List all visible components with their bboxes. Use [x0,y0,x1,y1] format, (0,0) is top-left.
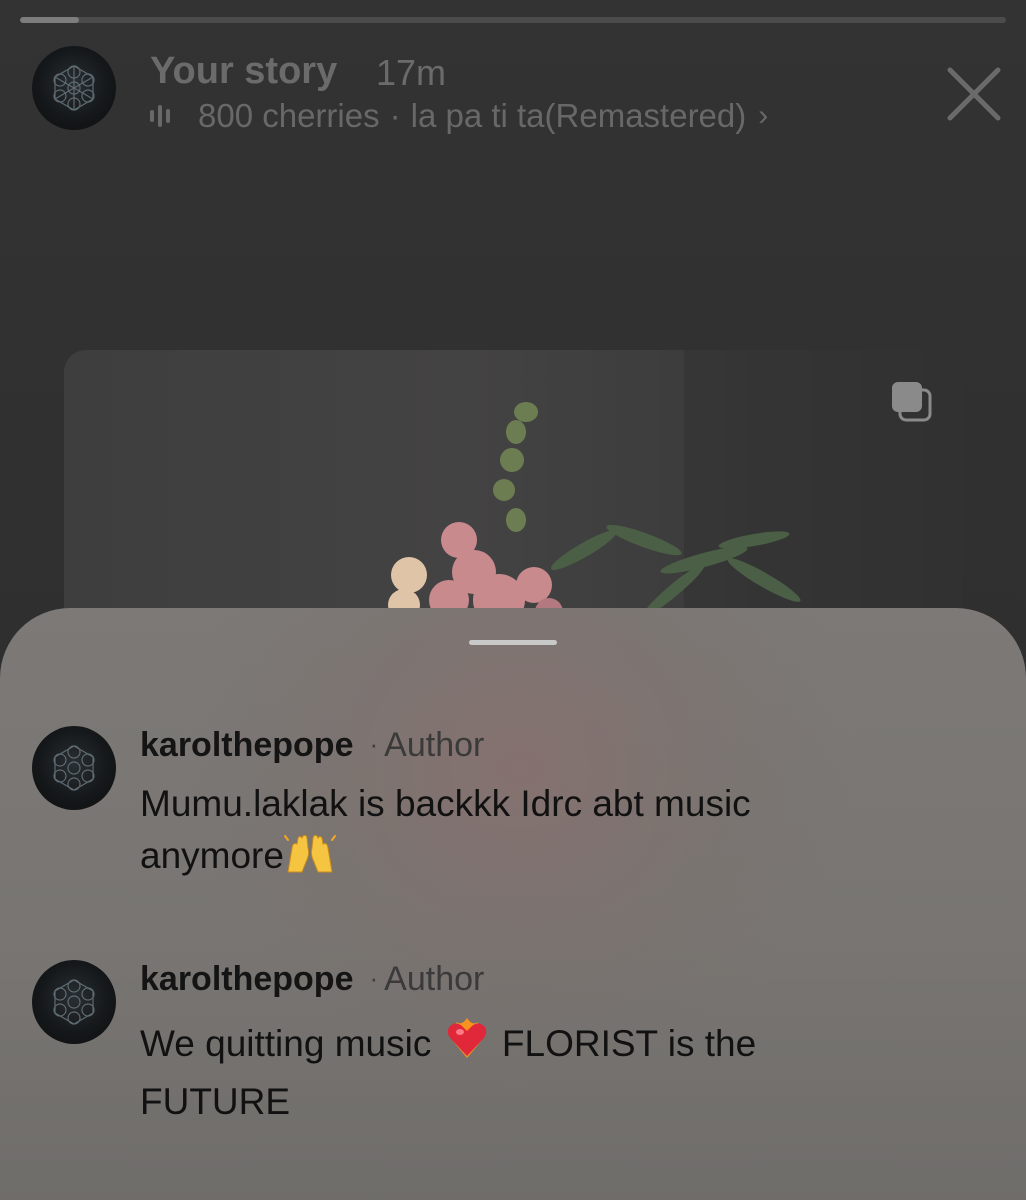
music-track: la pa ti ta(Remastered) [410,97,747,134]
heart-on-fire-icon [442,1012,492,1076]
chevron-right-icon: › [758,99,769,132]
multiple-pages-icon [892,382,932,422]
comment-header: karolthepope · Author [140,960,484,999]
equalizer-icon [150,104,180,128]
comment-header: karolthepope · Author [140,726,484,765]
close-button[interactable] [944,64,1004,124]
music-separator: · [389,97,401,134]
comments-sheet: karolthepope · Author Mumu.laklak is backk… [0,608,1026,1200]
author-badge: Author [384,960,485,998]
story-title: Your story [150,50,338,92]
story-progress-bar [20,17,1006,23]
comment-text: Mumu.laklak is backkk Idrc abt music any… [140,778,900,888]
comment-username[interactable]: karolthepope [140,726,353,764]
music-artist: 800 cherries [198,97,380,134]
story-viewer: Your story 17m 800 cherries · la pa ti t… [0,0,1026,1200]
comment-body: Mumu.laklak is backkk Idrc abt music any… [140,783,751,876]
raising-hands-icon [283,834,336,888]
close-icon [947,67,1001,121]
author-badge: Author [384,726,485,764]
metatron-cube-icon [53,745,95,791]
story-progress-fill [20,17,80,23]
avatar[interactable] [32,726,116,810]
avatar[interactable] [32,46,116,130]
music-attribution[interactable]: 800 cherries · la pa ti ta(Remastered) › [150,96,768,136]
avatar[interactable] [32,960,116,1044]
comment-body-start: We quitting music [140,1023,442,1064]
sheet-grabber[interactable] [469,640,557,645]
separator-dot: · [369,963,379,993]
metatron-cube-icon [53,65,95,111]
story-timestamp: 17m [376,52,447,93]
metatron-cube-icon [53,979,95,1025]
comment-text: We quitting music FLORIST is the FUTURE [140,1012,900,1128]
comment-username[interactable]: karolthepope [140,960,353,998]
separator-dot: · [369,729,379,759]
